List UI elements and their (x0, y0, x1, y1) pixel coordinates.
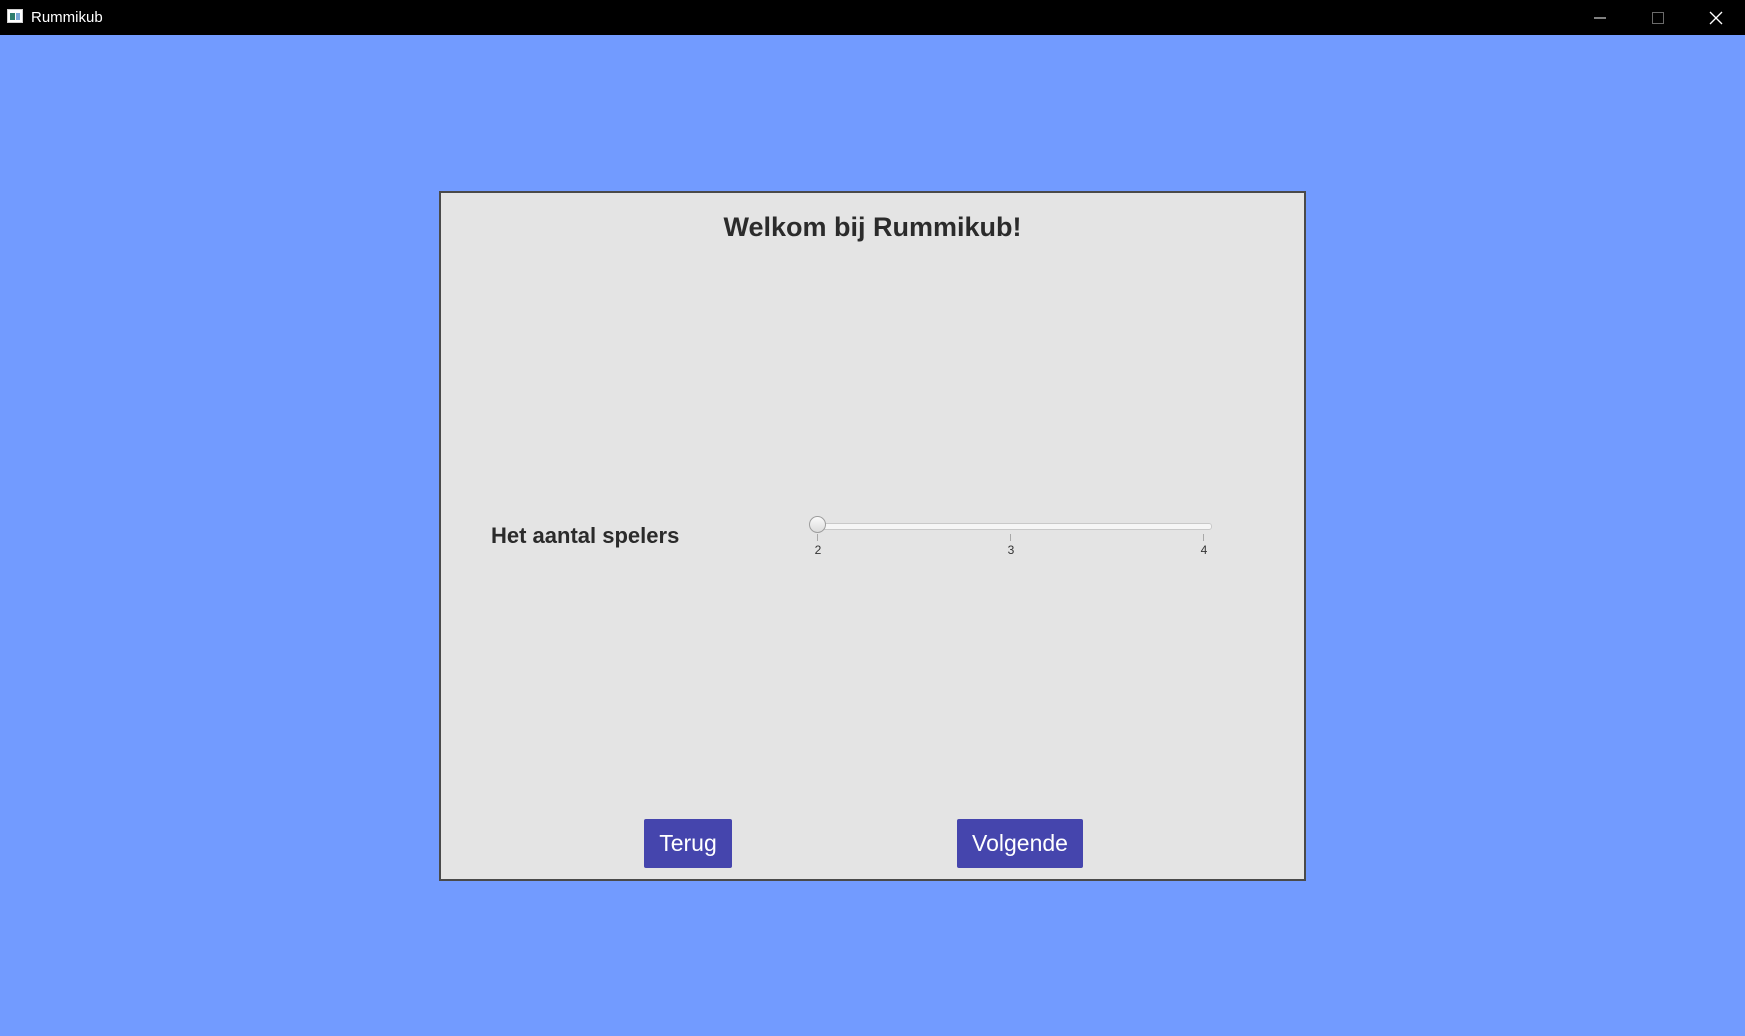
maximize-icon (1652, 11, 1664, 24)
slider-tick-mark (817, 534, 818, 541)
players-slider[interactable]: 2 3 4 (809, 511, 1223, 561)
window-titlebar: Rummikub (0, 0, 1745, 35)
slider-tick-mark (1203, 534, 1204, 541)
slider-tick-label: 3 (1007, 543, 1015, 557)
close-icon (1709, 11, 1723, 24)
back-button[interactable]: Terug (644, 819, 732, 868)
slider-tick-label: 2 (814, 543, 822, 557)
minimize-icon (1594, 17, 1606, 18)
app-icon (7, 9, 23, 23)
close-button[interactable] (1687, 0, 1745, 35)
slider-tick-mark (1010, 534, 1011, 541)
next-button[interactable]: Volgende (957, 819, 1083, 868)
setup-panel: Welkom bij Rummikub! Het aantal spelers … (439, 191, 1306, 881)
slider-tick-label: 4 (1200, 543, 1208, 557)
slider-thumb[interactable] (809, 516, 826, 533)
page-title: Welkom bij Rummikub! (723, 212, 1022, 242)
maximize-button[interactable] (1629, 0, 1687, 35)
window-title: Rummikub (31, 9, 103, 26)
minimize-button[interactable] (1571, 0, 1629, 35)
slider-track[interactable] (817, 523, 1212, 530)
players-label: Het aantal spelers (491, 523, 680, 548)
